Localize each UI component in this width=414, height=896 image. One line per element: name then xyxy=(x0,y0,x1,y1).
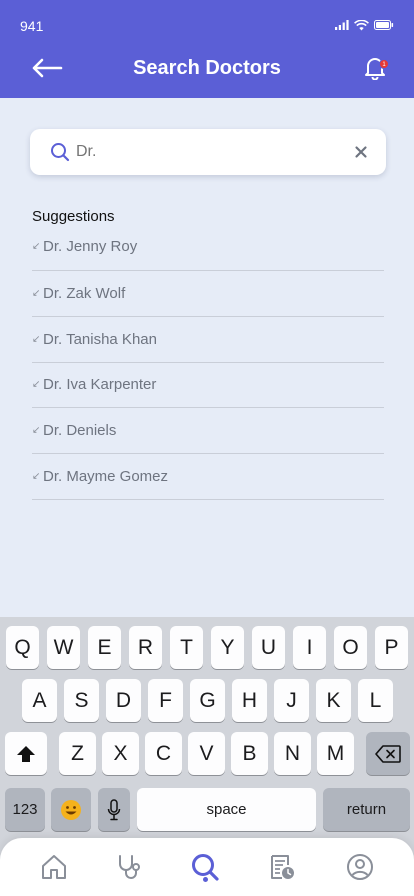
signal-icon xyxy=(335,20,349,30)
suggestion-item[interactable]: ↙ Dr. Tanisha Khan xyxy=(32,317,384,363)
numbers-key[interactable]: 123 xyxy=(5,788,45,831)
emoji-icon xyxy=(61,799,81,820)
search-icon xyxy=(51,143,70,162)
suggestion-item[interactable]: ↙ Dr. Iva Karpenter xyxy=(32,363,384,409)
status-icons xyxy=(335,18,394,32)
space-key[interactable]: space xyxy=(137,788,316,831)
key-h[interactable]: H xyxy=(232,679,267,722)
arrow-down-left-icon: ↙ xyxy=(32,287,41,299)
suggestion-label: Dr. Jenny Roy xyxy=(43,237,138,255)
key-r[interactable]: R xyxy=(129,626,162,669)
key-k[interactable]: K xyxy=(316,679,351,722)
arrow-down-left-icon: ↙ xyxy=(32,240,41,252)
backspace-icon xyxy=(375,744,401,763)
key-y[interactable]: Y xyxy=(211,626,244,669)
key-e[interactable]: E xyxy=(88,626,121,669)
suggestion-list: ↙ Dr. Jenny Roy ↙ Dr. Zak Wolf ↙ Dr. Tan… xyxy=(32,224,384,500)
suggestion-label: Dr. Mayme Gomez xyxy=(43,468,169,486)
key-x[interactable]: X xyxy=(102,732,139,775)
key-u[interactable]: U xyxy=(252,626,285,669)
suggestion-item[interactable]: ↙ Dr. Zak Wolf xyxy=(32,271,384,317)
key-w[interactable]: W xyxy=(47,626,80,669)
wifi-icon xyxy=(354,19,369,30)
suggestion-label: Dr. Zak Wolf xyxy=(43,284,126,302)
search-box xyxy=(30,129,386,175)
profile-icon xyxy=(347,854,373,880)
nav-profile[interactable] xyxy=(345,852,375,882)
key-b[interactable]: B xyxy=(231,732,268,775)
arrow-down-left-icon: ↙ xyxy=(32,379,41,391)
shift-icon xyxy=(17,745,35,762)
dictation-key[interactable] xyxy=(98,788,130,831)
records-icon xyxy=(271,855,294,879)
return-key[interactable]: return xyxy=(323,788,410,831)
notification-badge: 1 xyxy=(379,59,389,69)
active-nav-indicator xyxy=(203,877,208,882)
close-icon xyxy=(355,146,367,158)
arrow-down-left-icon: ↙ xyxy=(32,425,41,437)
nav-home[interactable] xyxy=(39,852,69,882)
key-l[interactable]: L xyxy=(358,679,393,722)
backspace-key[interactable] xyxy=(366,732,410,775)
key-s[interactable]: S xyxy=(64,679,99,722)
suggestion-item[interactable]: ↙ Dr. Mayme Gomez xyxy=(32,454,384,500)
arrow-down-left-icon: ↙ xyxy=(32,333,41,345)
suggestion-item[interactable]: ↙ Dr. Deniels xyxy=(32,408,384,455)
bottom-nav xyxy=(0,838,414,896)
key-v[interactable]: V xyxy=(188,732,225,775)
status-time: 941 xyxy=(20,18,44,34)
nav-doctors[interactable] xyxy=(114,852,144,882)
shift-key[interactable] xyxy=(5,732,47,775)
suggestion-label: Dr. Iva Karpenter xyxy=(43,376,157,394)
battery-icon xyxy=(374,20,394,30)
key-g[interactable]: G xyxy=(190,679,225,722)
key-o[interactable]: O xyxy=(334,626,367,669)
emoji-key[interactable] xyxy=(51,788,91,831)
notifications-button[interactable]: 1 xyxy=(364,56,389,82)
suggestion-item[interactable]: ↙ Dr. Jenny Roy xyxy=(32,224,384,271)
page-title: Search Doctors xyxy=(133,57,281,79)
key-j[interactable]: J xyxy=(274,679,309,722)
app-header: 941 Search Doctors 1 xyxy=(0,0,414,98)
suggestions-title: Suggestions xyxy=(32,208,115,225)
key-m[interactable]: M xyxy=(317,732,354,775)
key-z[interactable]: Z xyxy=(59,732,96,775)
key-c[interactable]: C xyxy=(145,732,182,775)
stethoscope-icon xyxy=(119,855,140,879)
key-n[interactable]: N xyxy=(274,732,311,775)
key-i[interactable]: I xyxy=(293,626,326,669)
home-icon xyxy=(42,855,66,879)
clear-search-button[interactable] xyxy=(352,143,370,161)
key-q[interactable]: Q xyxy=(6,626,39,669)
arrow-down-left-icon: ↙ xyxy=(32,471,41,483)
search-input[interactable] xyxy=(76,139,336,165)
key-p[interactable]: P xyxy=(375,626,408,669)
key-a[interactable]: A xyxy=(22,679,57,722)
key-t[interactable]: T xyxy=(170,626,203,669)
suggestion-label: Dr. Deniels xyxy=(43,422,117,440)
nav-records[interactable] xyxy=(267,852,297,882)
key-d[interactable]: D xyxy=(106,679,141,722)
suggestion-label: Dr. Tanisha Khan xyxy=(43,330,157,348)
key-f[interactable]: F xyxy=(148,679,183,722)
microphone-icon xyxy=(107,798,121,820)
